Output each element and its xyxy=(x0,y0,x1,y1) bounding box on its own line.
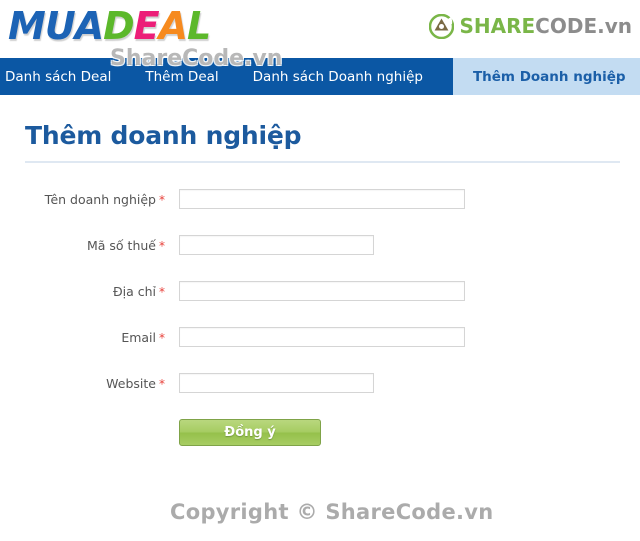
logo-letter-e: E xyxy=(133,3,160,49)
required-marker-ma-so-thue: * xyxy=(159,239,165,253)
logo-letter-l: L xyxy=(186,3,212,49)
label-dia-chi-text: Địa chỉ xyxy=(112,284,156,299)
logo-letter-m: M xyxy=(7,3,46,49)
sharecode-logo-green-text: SHARE xyxy=(459,13,536,38)
required-marker-email: * xyxy=(159,331,165,345)
logo-letter-u: U xyxy=(44,3,76,49)
form-row-ten-doanh-nghiep: Tên doanh nghiệp * xyxy=(0,189,640,211)
watermark-footer: Copyright © ShareCode.vn xyxy=(170,500,494,524)
muadeal-logo[interactable]: MUADEAL xyxy=(7,3,212,49)
form-row-dia-chi: Địa chỉ * xyxy=(0,281,640,303)
add-business-form: Tên doanh nghiệp * Mã số thuế * Địa chỉ * E… xyxy=(0,189,640,446)
input-ten-doanh-nghiep[interactable] xyxy=(179,189,465,209)
form-row-ma-so-thue: Mã số thuế * xyxy=(0,235,640,257)
form-row-website: Website * xyxy=(0,373,640,395)
required-marker-ten-doanh-nghiep: * xyxy=(159,193,165,207)
logo-letter-a2: A xyxy=(158,3,189,49)
site-header: MUADEAL SHARECODE.vn xyxy=(0,0,640,58)
label-website: Website * xyxy=(0,373,165,395)
label-ten-doanh-nghiep: Tên doanh nghiệp * xyxy=(0,189,165,211)
label-email: Email * xyxy=(0,327,165,349)
nav-item-them-doanh-nghiep[interactable]: Thêm Doanh nghiệp xyxy=(452,58,640,95)
title-divider xyxy=(25,161,620,163)
nav-item-danh-sach-deal[interactable]: Danh sách Deal xyxy=(0,58,128,95)
input-ma-so-thue[interactable] xyxy=(179,235,374,255)
input-email[interactable] xyxy=(179,327,465,347)
sharecode-logo: SHARECODE.vn xyxy=(429,12,632,40)
required-marker-dia-chi: * xyxy=(159,285,165,299)
main-navigation: Danh sách Deal Thêm Deal Danh sách Doanh… xyxy=(0,58,640,95)
main-content: Thêm doanh nghiệp Tên doanh nghiệp * Mã s… xyxy=(0,95,640,446)
input-dia-chi[interactable] xyxy=(179,281,465,301)
label-ma-so-thue: Mã số thuế * xyxy=(0,235,165,257)
label-ten-doanh-nghiep-text: Tên doanh nghiệp xyxy=(44,192,156,207)
sharecode-logo-gray-text: CODE.vn xyxy=(535,13,632,38)
label-dia-chi: Địa chỉ * xyxy=(0,281,165,303)
label-website-text: Website xyxy=(106,376,156,391)
nav-item-danh-sach-doanh-nghiep[interactable]: Danh sách Doanh nghiệp xyxy=(236,58,440,95)
form-row-email: Email * xyxy=(0,327,640,349)
required-marker-website: * xyxy=(159,377,165,391)
nav-item-them-deal[interactable]: Thêm Deal xyxy=(128,58,235,95)
form-actions-spacer xyxy=(0,419,179,446)
submit-button[interactable]: Đồng ý xyxy=(179,419,321,446)
label-email-text: Email xyxy=(121,330,156,345)
form-actions: Đồng ý xyxy=(0,419,640,446)
input-website[interactable] xyxy=(179,373,374,393)
label-ma-so-thue-text: Mã số thuế xyxy=(87,238,156,253)
sharecode-recycle-icon xyxy=(429,13,455,39)
page-title: Thêm doanh nghiệp xyxy=(25,121,302,150)
logo-letter-a1: A xyxy=(74,3,105,49)
logo-letter-d: D xyxy=(102,3,135,49)
